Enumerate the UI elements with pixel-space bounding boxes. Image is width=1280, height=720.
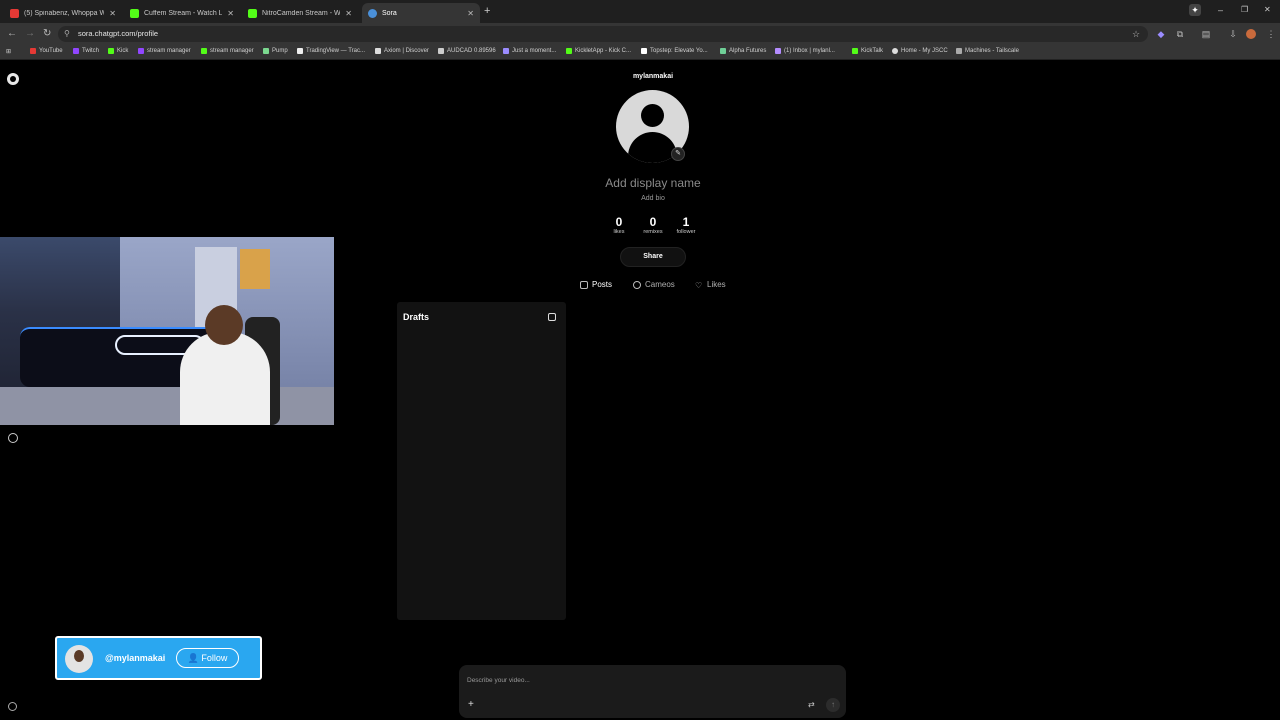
cameos-icon [633, 280, 641, 289]
sora-profile-page: mylanmakai ✎ Add display name Add bio 0 … [0, 61, 1280, 720]
share-button[interactable]: Share [620, 247, 686, 267]
minimize-button[interactable]: – [1218, 5, 1223, 15]
close-icon[interactable]: ✕ [467, 9, 474, 18]
kick-icon [248, 8, 257, 18]
youtube-icon [10, 8, 19, 18]
side-panel-icon[interactable]: ▤ [1201, 29, 1211, 39]
stat-value: 0 [649, 215, 657, 229]
webcam-overlay [0, 237, 334, 425]
bookmark-star-icon[interactable]: ☆ [1131, 29, 1141, 39]
profile-username: mylanmakai [632, 73, 674, 80]
bookmark-item[interactable]: KickTalk [852, 48, 883, 54]
site-info-icon[interactable]: ⚲ [64, 29, 70, 38]
drafts-title: Drafts [403, 312, 430, 322]
browser-tab[interactable]: Cuffem Stream - Watch Live on ✕ [124, 3, 240, 23]
add-bio[interactable]: Add bio [553, 195, 753, 202]
bookmark-item[interactable]: Home - My JSCC [892, 48, 948, 54]
settings-icon[interactable] [8, 702, 17, 711]
forward-button[interactable]: → [25, 28, 35, 40]
tab-title: NitroCamden Stream - Watch L [262, 9, 341, 17]
stat-label: follower [676, 229, 696, 235]
profile-avatar-icon[interactable] [1246, 29, 1256, 39]
follow-overlay-card: @mylanmakai 👤 Follow [55, 636, 262, 680]
bookmark-item[interactable]: Pump [263, 48, 288, 54]
bookmark-item[interactable]: stream manager [201, 48, 254, 54]
bookmark-item[interactable]: KickletApp - Kick C... [566, 48, 631, 54]
edit-pencil-icon[interactable]: ✎ [671, 147, 685, 161]
bookmark-item[interactable]: TradingView — Trac... [297, 48, 365, 54]
close-icon[interactable]: ✕ [227, 9, 234, 18]
extension-icon[interactable]: ◆ [1156, 29, 1166, 39]
stat-remixes: 0 remixes [638, 215, 668, 235]
bookmark-item[interactable]: Axiom | Discover [375, 48, 429, 54]
drafts-card[interactable]: Drafts [397, 302, 566, 620]
add-user-icon: 👤 [187, 653, 199, 663]
browser-tab-active[interactable]: Sora ✕ [362, 3, 480, 23]
profile-nav-icon[interactable] [8, 433, 18, 443]
send-arrow-icon[interactable]: ↑ [826, 698, 840, 712]
add-icon[interactable]: + [468, 699, 474, 710]
extensions-puzzle-icon[interactable]: ⧉ [1175, 29, 1185, 39]
prompt-composer[interactable]: Describe your video... + ⇄ ↑ [459, 665, 846, 718]
stat-followers[interactable]: 1 follower [671, 215, 701, 235]
browser-toolbar: ← → ↻ ⚲ sora.chatgpt.com/profile ☆ ◆ ⧉ ▤… [0, 23, 1280, 45]
close-window-button[interactable]: ✕ [1264, 5, 1271, 14]
close-icon[interactable]: ✕ [345, 9, 352, 18]
posts-icon [580, 280, 588, 289]
sora-icon [368, 8, 377, 18]
follow-label: Follow [201, 653, 228, 663]
menu-icon[interactable]: ⋮ [1266, 29, 1276, 39]
tab-title: Cuffem Stream - Watch Live on [144, 9, 223, 17]
tab-label: Cameos [645, 280, 675, 289]
bookmark-item[interactable]: (1) Inbox | mylanl... [775, 48, 835, 54]
prompt-input[interactable]: Describe your video... [467, 677, 530, 684]
tab-posts[interactable]: Posts [580, 280, 612, 289]
bookmark-item[interactable]: Twitch [73, 48, 99, 54]
tab-likes[interactable]: ♡ Likes [695, 280, 726, 290]
reload-button[interactable]: ↻ [43, 28, 51, 40]
add-display-name[interactable]: Add display name [553, 176, 753, 190]
new-tab-button[interactable]: + [484, 5, 490, 17]
bookmark-item[interactable]: AUDCAD 0.89596 [438, 48, 496, 54]
browser-tab[interactable]: (5) Spinabenz, Whoppa Wi ✕ [4, 3, 122, 23]
close-icon[interactable]: ✕ [109, 9, 116, 18]
apps-icon[interactable]: ⊞ [6, 48, 11, 55]
bookmarks-bar: ⊞ YouTube Twitch Kick stream manager str… [0, 45, 1280, 60]
browser-tab-strip: (5) Spinabenz, Whoppa Wi ✕ Cuffem Stream… [0, 0, 1280, 23]
restore-button[interactable]: ❐ [1241, 5, 1248, 14]
avatar [65, 645, 93, 673]
tab-cameos[interactable]: Cameos [633, 280, 675, 289]
follow-button[interactable]: 👤 Follow [176, 648, 239, 668]
url-text: sora.chatgpt.com/profile [78, 29, 159, 38]
overlay-handle: @mylanmakai [105, 653, 166, 663]
heart-icon: ♡ [695, 280, 703, 290]
sora-logo-icon[interactable] [7, 73, 19, 85]
stat-label: remixes [643, 229, 663, 235]
browser-tab[interactable]: NitroCamden Stream - Watch L ✕ [242, 3, 358, 23]
kick-icon [130, 8, 139, 18]
tab-label: Likes [707, 280, 726, 289]
stat-label: likes [613, 229, 625, 235]
downloads-icon[interactable]: ⇩ [1228, 29, 1238, 39]
tab-search-icon[interactable]: ✦ [1189, 4, 1201, 16]
bookmark-item[interactable]: Alpha Futures [720, 48, 766, 54]
back-button[interactable]: ← [7, 28, 17, 40]
bookmark-item[interactable]: stream manager [138, 48, 191, 54]
tab-title: Sora [382, 9, 397, 17]
bookmark-item[interactable]: Just a moment... [503, 48, 556, 54]
tab-title: (5) Spinabenz, Whoppa Wi [24, 9, 105, 17]
stat-value: 0 [615, 215, 623, 229]
bookmark-item[interactable]: YouTube [30, 48, 63, 54]
bookmark-item[interactable]: Machines - Tailscale [956, 48, 1019, 54]
bookmark-item[interactable]: Kick [108, 48, 128, 54]
tab-label: Posts [592, 280, 613, 289]
stat-value: 1 [682, 215, 690, 229]
stat-likes: 0 likes [604, 215, 634, 235]
drafts-expand-icon[interactable] [548, 313, 556, 321]
address-bar[interactable]: ⚲ sora.chatgpt.com/profile [58, 26, 1148, 42]
settings-sliders-icon[interactable]: ⇄ [808, 700, 815, 709]
bookmark-item[interactable]: Topstep: Elevate Yo... [641, 48, 708, 54]
